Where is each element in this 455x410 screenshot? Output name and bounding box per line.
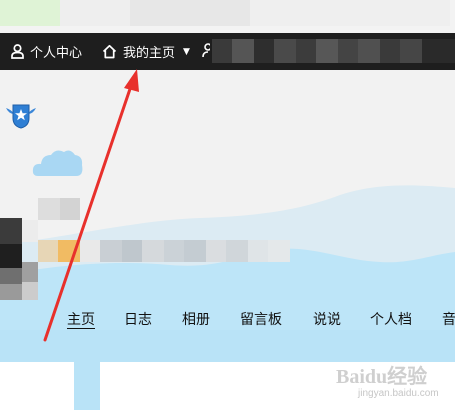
space-tab-bar: 主页 日志 相册 留言板 说说 个人档 音 [0,305,455,335]
qzone-banner: 主页 日志 相册 留言板 说说 个人档 音 [0,70,455,410]
user-icon [11,44,24,59]
tab-message-board[interactable]: 留言板 [240,305,282,335]
tab-profile[interactable]: 个人档 [370,305,412,335]
blue-divider-strip [74,362,100,410]
tab-blog[interactable]: 日志 [124,305,152,335]
baidu-jingyan-watermark: Baidu经验 jingyan.baidu.com [336,360,451,406]
qzone-logo-icon [6,104,36,129]
avatar-blurred [0,218,22,300]
watermark-brand: Baidu经验 [336,366,428,388]
nickname-blurred [22,198,290,300]
cloud-icon [32,150,83,176]
browser-toolbar-blurred [0,0,455,33]
home-icon [102,44,117,59]
tab-home[interactable]: 主页 [67,305,95,335]
tab-shuoshuo[interactable]: 说说 [313,305,341,335]
personal-center-label: 个人中心 [30,46,83,61]
blurred-username [212,37,455,65]
left-panel [0,362,74,410]
top-navigation-bar: 个人中心 我的主页 ▼ [0,33,455,70]
tab-music[interactable]: 音 [442,305,455,335]
tab-album[interactable]: 相册 [182,305,210,335]
chevron-down-icon: ▼ [183,46,190,57]
watermark-url: jingyan.baidu.com [358,388,439,399]
user-icon-partial [202,43,210,58]
personal-center-link[interactable]: 个人中心 [11,33,82,70]
my-homepage-label: 我的主页 [123,46,176,61]
my-homepage-link[interactable]: 我的主页 ▼ [102,33,190,70]
